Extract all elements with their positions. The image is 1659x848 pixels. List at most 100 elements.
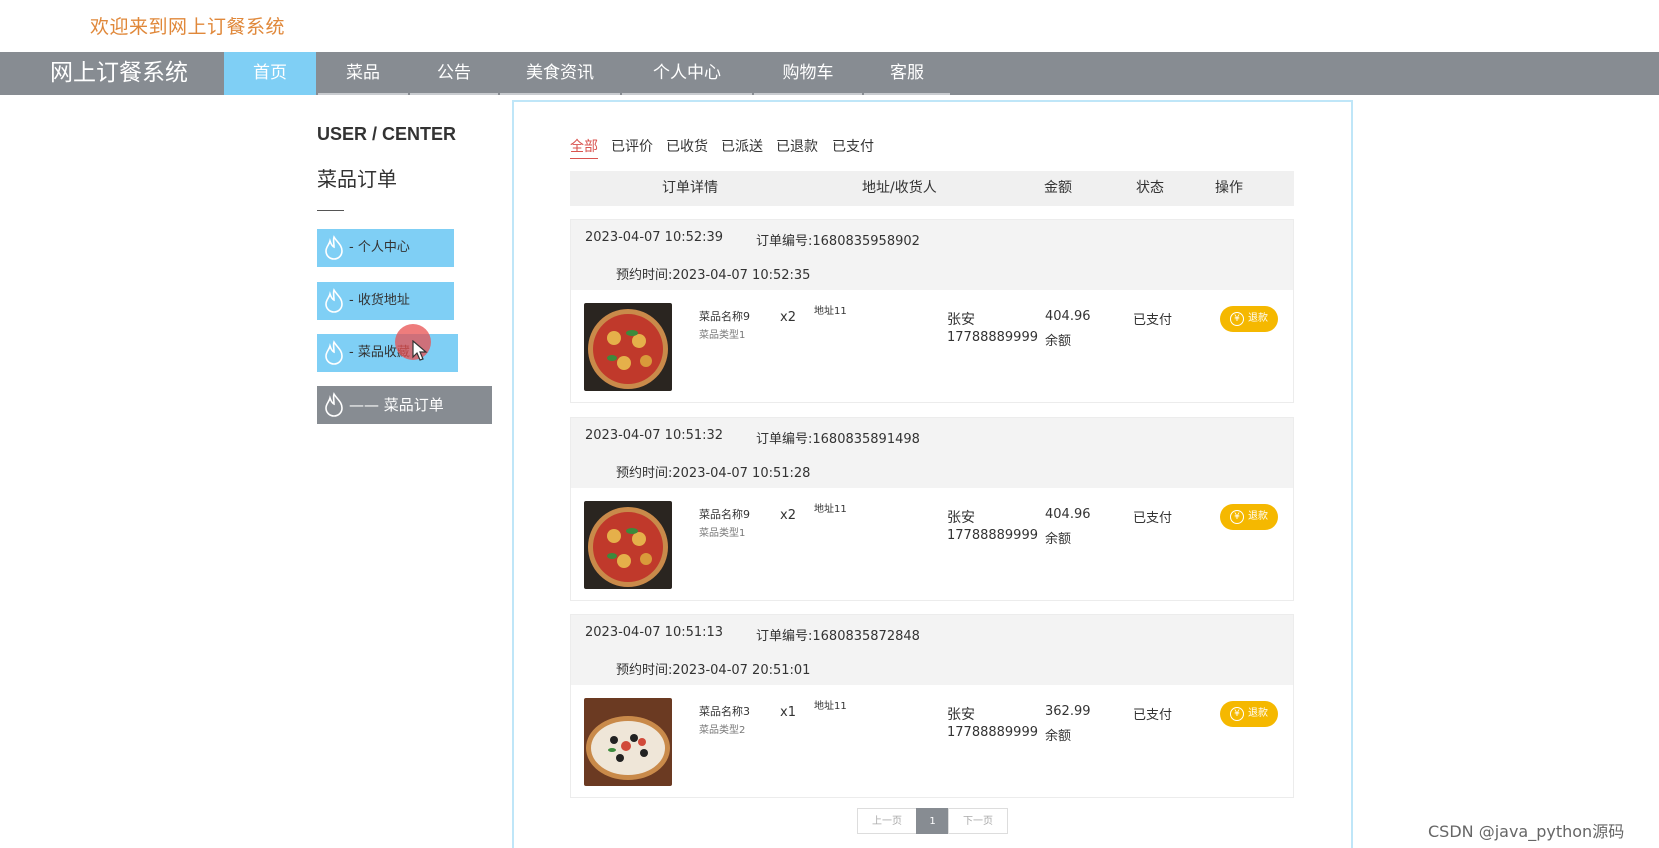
order-status: 已支付 [1133,313,1173,328]
tab-all[interactable]: 全部 [570,136,598,159]
order-card: 2023-04-07 10:52:39 订单编号:1680835958902 预… [570,219,1294,403]
dish-image [584,501,672,589]
receiver-name: 张安 [947,510,975,526]
booking-time: 预约时间:2023-04-07 10:52:35 [616,268,811,283]
order-amount: 404.96 [1045,507,1091,522]
order-number: 订单编号:1680835872848 [756,629,920,644]
order-datetime: 2023-04-07 10:51:13 [585,625,724,640]
tab-received[interactable]: 已收货 [666,136,708,156]
sidebar-divider [317,210,344,211]
order-address: 地址11 [814,306,847,317]
pay-method: 余额 [1045,532,1072,547]
sidebar-item-label: - 个人中心 [349,240,410,255]
th-status: 状态 [1136,180,1164,196]
tab-reviewed[interactable]: 已评价 [611,136,653,156]
nav-dishes-label: 菜品 [346,63,380,83]
refund-button[interactable]: ¥ 退款 [1220,306,1278,332]
mouse-cursor-icon [412,340,428,361]
flame-icon [325,235,343,260]
th-order-detail: 订单详情 [662,180,718,196]
dish-quantity: x2 [780,310,796,325]
order-datetime: 2023-04-07 10:51:32 [585,428,724,443]
nav-dishes[interactable]: 菜品 [318,52,408,95]
dish-quantity: x2 [780,508,796,523]
dish-name: 菜品名称9 [699,508,750,521]
dish-quantity: x1 [780,705,796,720]
flame-icon [325,392,343,417]
order-header: 2023-04-07 10:51:32 订单编号:1680835891498 预… [571,418,1293,488]
pay-method: 余额 [1045,334,1072,349]
nav-personal-center[interactable]: 个人中心 [622,52,752,95]
sidebar-item-address[interactable]: - 收货地址 [317,282,454,320]
nav-notices-label: 公告 [437,63,471,83]
nav-cart-label: 购物车 [782,63,834,83]
sidebar-item-label: —— 菜品订单 [349,396,444,414]
yen-icon: ¥ [1230,312,1244,326]
sidebar-item-orders[interactable]: —— 菜品订单 [317,386,492,424]
tab-delivered[interactable]: 已派送 [721,136,763,156]
sidebar-item-personal-center[interactable]: - 个人中心 [317,229,454,267]
tab-refunded[interactable]: 已退款 [776,136,818,156]
dish-name: 菜品名称9 [699,310,750,323]
orders-table-header: 订单详情 地址/收货人 金额 状态 操作 [570,171,1294,206]
pay-method: 余额 [1045,729,1072,744]
dish-name: 菜品名称3 [699,705,750,718]
receiver-name: 张安 [947,312,975,328]
yen-icon: ¥ [1230,510,1244,524]
order-card: 2023-04-07 10:51:13 订单编号:1680835872848 预… [570,614,1294,798]
booking-time: 预约时间:2023-04-07 20:51:01 [616,663,811,678]
page-number-button[interactable]: 1 [916,808,949,834]
sidebar-item-label: - 收货地址 [349,293,410,308]
flame-icon [325,288,343,313]
order-amount: 362.99 [1045,704,1091,719]
dish-image [584,698,672,786]
order-address: 地址11 [814,701,847,712]
nav-cart[interactable]: 购物车 [754,52,862,95]
brand-title: 网上订餐系统 [50,60,188,86]
refund-button-label: 退款 [1248,313,1268,324]
welcome-text: 欢迎来到网上订餐系统 [90,16,286,38]
order-status: 已支付 [1133,708,1173,723]
nav-support[interactable]: 客服 [864,52,950,95]
order-address: 地址11 [814,504,847,515]
top-navbar: 网上订餐系统 首页 菜品 公告 美食资讯 个人中心 购物车 客服 [0,52,1659,95]
order-amount: 404.96 [1045,309,1091,324]
nav-notices[interactable]: 公告 [410,52,498,95]
receiver-phone: 17788889999 [947,528,1038,543]
sidebar-title: USER / CENTER [317,124,457,144]
nav-personal-center-label: 个人中心 [653,63,721,83]
order-number: 订单编号:1680835891498 [756,432,920,447]
receiver-name: 张安 [947,707,975,723]
nav-home[interactable]: 首页 [224,52,316,95]
order-number: 订单编号:1680835958902 [756,234,920,249]
booking-time: 预约时间:2023-04-07 10:51:28 [616,466,811,481]
sidebar-item-favorites[interactable]: - 菜品收藏 [317,334,458,372]
order-card: 2023-04-07 10:51:32 订单编号:1680835891498 预… [570,417,1294,601]
nav-support-label: 客服 [890,63,924,83]
dish-image [584,303,672,391]
th-address-receiver: 地址/收货人 [862,180,937,196]
nav-food-news-label: 美食资讯 [526,63,594,83]
tab-paid[interactable]: 已支付 [832,136,874,156]
receiver-phone: 17788889999 [947,725,1038,740]
order-header: 2023-04-07 10:51:13 订单编号:1680835872848 预… [571,615,1293,685]
order-header: 2023-04-07 10:52:39 订单编号:1680835958902 预… [571,220,1293,290]
prev-page-button[interactable]: 上一页 [857,808,917,834]
nav-food-news[interactable]: 美食资讯 [500,52,620,95]
next-page-button[interactable]: 下一页 [948,808,1008,834]
dish-type: 菜品类型1 [699,528,746,539]
watermark-text: CSDN @java_python源码 [1428,822,1625,841]
refund-button-label: 退款 [1248,708,1268,719]
refund-button[interactable]: ¥ 退款 [1220,701,1278,727]
order-status: 已支付 [1133,511,1173,526]
dish-type: 菜品类型2 [699,725,746,736]
flame-icon [325,340,343,365]
th-amount: 金额 [1044,180,1072,196]
receiver-phone: 17788889999 [947,330,1038,345]
th-action: 操作 [1215,180,1243,196]
dish-type: 菜品类型1 [699,330,746,341]
sidebar-subtitle: 菜品订单 [317,167,397,191]
order-datetime: 2023-04-07 10:52:39 [585,230,724,245]
refund-button[interactable]: ¥ 退款 [1220,504,1278,530]
refund-button-label: 退款 [1248,511,1268,522]
